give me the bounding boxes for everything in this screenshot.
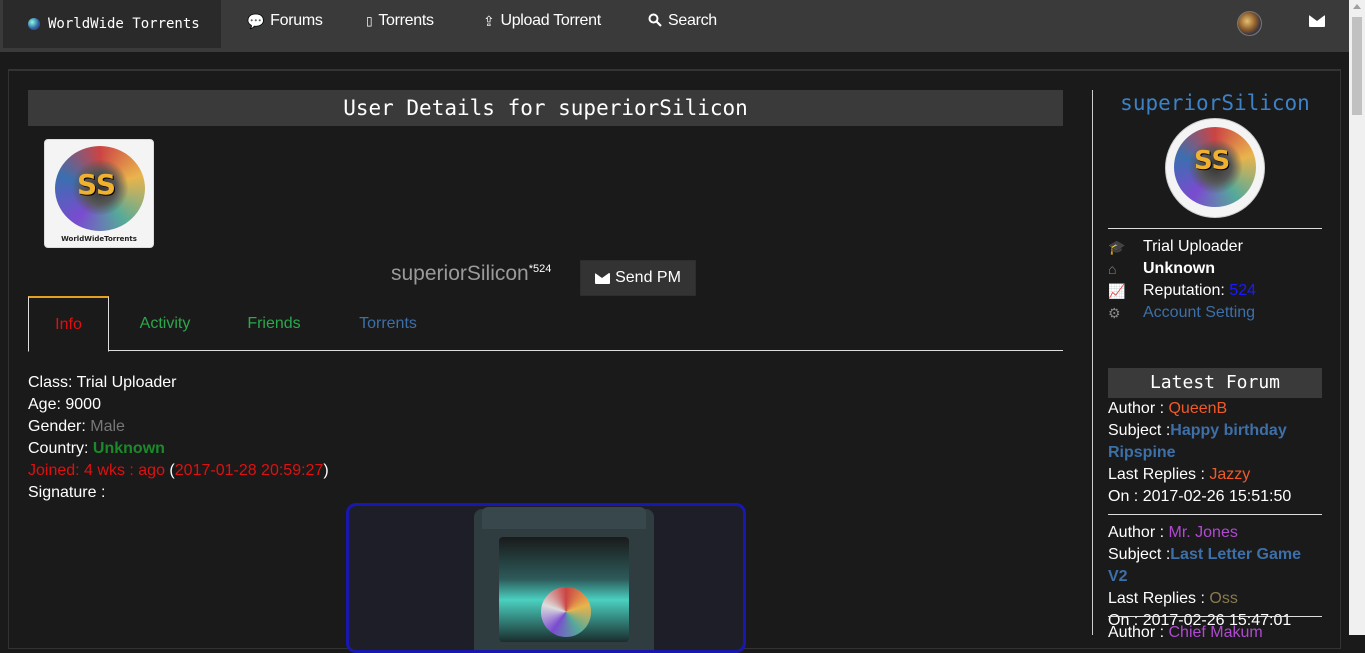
info-joined: Joined: 4 wks : ago (2017-01-28 20:59:27…	[28, 462, 329, 479]
brand-link[interactable]: WorldWide Torrents	[3, 0, 221, 48]
graduation-cap-icon: 🎓	[1108, 238, 1126, 255]
sidebar-account-setting-label[interactable]: Account Setting	[1143, 304, 1255, 322]
info-joined-label: Joined:	[28, 462, 80, 479]
info-gender-label: Gender:	[28, 418, 86, 435]
tab-activity-label: Activity	[139, 314, 191, 332]
page-scrollbar[interactable]	[1349, 0, 1365, 635]
sidebar-reputation-value: 524	[1229, 282, 1256, 299]
post-replier[interactable]: Oss	[1209, 590, 1237, 607]
top-navbar: WorldWide Torrents 💬 Forums ▯ Torrents ⇪…	[0, 0, 1349, 52]
profile-username: superiorSilicon*524	[391, 262, 551, 286]
post-replies-label: Last Replies :	[1108, 590, 1205, 607]
info-gender-value: Male	[90, 418, 125, 435]
tab-info[interactable]: Info	[28, 296, 109, 352]
send-pm-label: Send PM	[615, 269, 681, 286]
info-gender: Gender: Male	[28, 418, 125, 436]
sidebar-class-value: Trial Uploader	[1143, 238, 1243, 255]
info-signature-label: Signature :	[28, 484, 106, 501]
brand-label: WorldWide Torrents	[48, 16, 200, 32]
forum-divider	[1108, 514, 1322, 515]
info-joined-ago: 4 wks : ago	[84, 462, 165, 479]
info-country: Country: Unknown	[28, 440, 165, 458]
profile-username-text: superiorSilicon	[391, 262, 529, 285]
avatar-caption: WorldWideTorrents	[61, 235, 137, 243]
tab-friends[interactable]: Friends	[234, 296, 314, 351]
post-date: 2017-02-26 15:51:50	[1142, 488, 1292, 505]
torrent-icon: ▯	[366, 14, 373, 28]
sidebar-class: 🎓 Trial Uploader	[1108, 238, 1243, 256]
send-pm-button[interactable]: Send PM	[580, 260, 696, 296]
sidebar-divider	[1092, 90, 1093, 635]
post-author[interactable]: Chief Makum	[1168, 624, 1262, 641]
forum-post: Author : QueenB Subject :Happy birthday …	[1108, 398, 1322, 508]
info-class-label: Class:	[28, 374, 73, 391]
line-chart-icon: 📈	[1108, 282, 1126, 299]
profile-avatar: SS WorldWideTorrents	[44, 139, 154, 248]
scroll-thumb[interactable]	[1352, 17, 1362, 115]
nav-torrents-label: Torrents	[378, 12, 434, 29]
user-avatar-button[interactable]	[1237, 11, 1262, 36]
upload-icon: ⇪	[483, 12, 495, 29]
post-replies-label: Last Replies :	[1108, 466, 1205, 483]
sidebar-avatar: SS	[1165, 118, 1265, 218]
home-icon: ⌂	[1108, 261, 1117, 277]
page-title: User Details for superiorSilicon	[28, 90, 1063, 126]
sidebar-account-setting[interactable]: ⚙ Account Setting	[1108, 304, 1255, 322]
mail-icon[interactable]	[1309, 15, 1325, 27]
post-subject-label: Subject :	[1108, 422, 1171, 439]
comments-icon: 💬	[247, 12, 265, 29]
post-author-label: Author :	[1108, 524, 1165, 541]
sidebar-hr	[1108, 228, 1322, 229]
globe-icon	[28, 18, 40, 30]
sidebar-avatar-logo-text: SS	[1194, 146, 1231, 176]
envelope-icon	[595, 272, 611, 284]
tab-torrents-label: Torrents	[359, 314, 417, 332]
latest-forum-heading: Latest Forum	[1108, 368, 1322, 398]
nav-upload-label: Upload Torrent	[500, 12, 601, 29]
post-author-label: Author :	[1108, 400, 1165, 417]
forum-post: Author : Chief Makum	[1108, 622, 1322, 644]
avatar-logo-text: SS	[77, 168, 117, 201]
tab-torrents[interactable]: Torrents	[343, 296, 433, 351]
nav-search[interactable]: Search	[648, 12, 717, 30]
info-class-value: Trial Uploader	[76, 374, 177, 391]
info-age-value: 9000	[65, 396, 101, 413]
nav-forums[interactable]: 💬 Forums	[247, 12, 323, 30]
nav-upload[interactable]: ⇪ Upload Torrent	[483, 12, 601, 30]
sidebar-reputation-label: Reputation:	[1143, 282, 1225, 299]
post-subject-label: Subject :	[1108, 546, 1171, 563]
info-signature: Signature :	[28, 484, 105, 502]
tv-image	[474, 507, 654, 650]
gear-icon: ⚙	[1108, 304, 1121, 321]
post-replier[interactable]: Jazzy	[1209, 466, 1250, 483]
info-age: Age: 9000	[28, 396, 101, 414]
info-country-value: Unknown	[92, 440, 165, 457]
info-age-label: Age:	[28, 396, 61, 413]
nav-torrents[interactable]: ▯ Torrents	[366, 12, 434, 30]
post-on-label: On :	[1108, 488, 1139, 505]
info-joined-date: 2017-01-28 20:59:27	[174, 462, 324, 479]
profile-tabs: Info Activity Friends Torrents	[28, 296, 1063, 352]
post-author[interactable]: QueenB	[1168, 400, 1227, 417]
post-author[interactable]: Mr. Jones	[1168, 524, 1237, 541]
tab-activity[interactable]: Activity	[124, 296, 206, 351]
sidebar-country: ⌂ Unknown	[1108, 260, 1215, 278]
signature-image	[346, 503, 746, 653]
info-country-label: Country:	[28, 440, 89, 457]
scroll-up-arrow-icon[interactable]	[1353, 4, 1361, 9]
search-icon	[648, 13, 662, 30]
sidebar-country-value: Unknown	[1143, 260, 1215, 277]
tab-friends-label: Friends	[247, 314, 301, 332]
post-author-label: Author :	[1108, 624, 1165, 641]
info-class: Class: Trial Uploader	[28, 374, 177, 392]
nav-search-label: Search	[668, 12, 717, 29]
sidebar-reputation: 📈 Reputation: 524	[1108, 282, 1256, 300]
sidebar-username[interactable]: superiorSilicon	[1108, 91, 1322, 115]
nav-forums-label: Forums	[270, 12, 323, 29]
reputation-superscript: *524	[528, 263, 552, 275]
tab-info-label: Info	[55, 315, 82, 333]
forum-divider	[1108, 616, 1322, 617]
